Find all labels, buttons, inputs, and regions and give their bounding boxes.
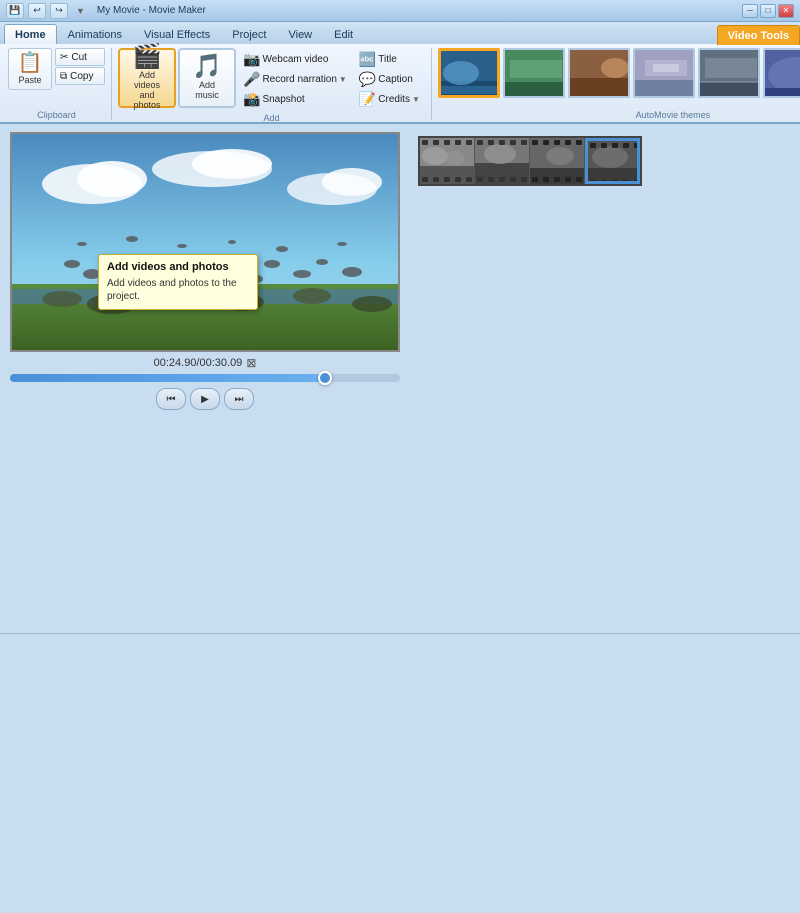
- snapshot-icon: 📸: [243, 91, 260, 108]
- quick-access-toolbar: 💾 ↩ ↪ ▼ My Movie - Movie Maker: [6, 3, 206, 19]
- tooltip-title: Add videos and photos: [107, 261, 249, 273]
- add-music-button[interactable]: 🎵 Add music: [178, 48, 236, 108]
- theme-thumb-3[interactable]: [568, 48, 630, 98]
- themes-scroll: [438, 48, 800, 98]
- cut-copy-buttons: ✂ Cut ⧉ Copy: [55, 48, 105, 90]
- progress-handle[interactable]: [318, 371, 332, 385]
- copy-icon: ⧉: [60, 71, 67, 82]
- copy-button[interactable]: ⧉ Copy: [55, 67, 105, 85]
- caption-icon: 💬: [359, 71, 376, 88]
- tooltip-description: Add videos and photos to the project.: [107, 277, 249, 303]
- credits-label: Credits: [378, 94, 410, 105]
- paste-button[interactable]: 📋 Paste: [8, 48, 52, 90]
- add-music-label: Add music: [195, 81, 219, 101]
- title-label: Title: [378, 54, 397, 65]
- copy-label: Copy: [70, 71, 93, 82]
- ribbon: Home Animations Visual Effects Project V…: [0, 22, 800, 124]
- tab-video-tools[interactable]: Video Tools: [717, 25, 800, 45]
- video-preview: [10, 132, 400, 352]
- fullscreen-button[interactable]: ⊠: [246, 356, 256, 370]
- ribbon-tab-bar: Home Animations Visual Effects Project V…: [0, 22, 800, 44]
- add-group: 🎬 Add videos and photos 🎵 Add music 📷 We…: [114, 48, 432, 120]
- credits-icon: 📝: [359, 91, 376, 108]
- maximize-btn[interactable]: □: [760, 4, 776, 18]
- paste-icon: 📋: [18, 53, 43, 73]
- paste-label: Paste: [18, 75, 41, 85]
- ribbon-content: 📋 Paste ✂ Cut ⧉ Copy Cli: [0, 44, 800, 122]
- film-frame-1[interactable]: [420, 138, 475, 184]
- theme-thumb-2[interactable]: [503, 48, 565, 98]
- timeline-strip: [418, 136, 792, 186]
- quick-undo-btn[interactable]: ↩: [28, 3, 46, 19]
- film-strip: [418, 136, 642, 186]
- progress-bar[interactable]: [10, 374, 400, 382]
- tab-home[interactable]: Home: [4, 24, 57, 44]
- theme-thumb-4[interactable]: [633, 48, 695, 98]
- credits-button[interactable]: 📝 Credits ▼: [356, 90, 423, 109]
- themes-content: ▼: [438, 48, 800, 108]
- cut-icon: ✂: [60, 52, 68, 63]
- tab-project[interactable]: Project: [221, 24, 277, 44]
- theme-thumb-5[interactable]: [698, 48, 760, 98]
- snapshot-label: Snapshot: [262, 94, 304, 105]
- title-bar: 💾 ↩ ↪ ▼ My Movie - Movie Maker ─ □ ✕: [0, 0, 800, 22]
- theme-thumb-1[interactable]: [438, 48, 500, 98]
- caption-button[interactable]: 💬 Caption: [356, 70, 416, 89]
- clipboard-group-label: Clipboard: [8, 108, 105, 120]
- caption-label: Caption: [378, 74, 412, 85]
- quick-redo-btn[interactable]: ↪: [50, 3, 68, 19]
- automovie-group-label: AutoMovie themes: [438, 108, 800, 120]
- close-btn[interactable]: ✕: [778, 4, 794, 18]
- film-frame-3[interactable]: [530, 138, 585, 184]
- microphone-icon: 🎤: [243, 71, 260, 88]
- title-bar-text: My Movie - Movie Maker: [97, 5, 206, 16]
- snapshot-button[interactable]: 📸 Snapshot: [240, 90, 308, 109]
- minimize-btn[interactable]: ─: [742, 4, 758, 18]
- playback-controls: ⏮ ▶ ⏭: [156, 388, 254, 410]
- progress-fill: [10, 374, 322, 382]
- timeline-panel: [410, 124, 800, 633]
- add-music-icon: 🎵: [192, 55, 222, 79]
- automovie-themes-group: ▼ AutoMovie themes: [434, 48, 800, 120]
- clipboard-group: 📋 Paste ✂ Cut ⧉ Copy Cli: [4, 48, 112, 120]
- webcam-icon: 📷: [243, 51, 260, 68]
- record-narration-label: Record narration: [262, 74, 336, 85]
- webcam-video-button[interactable]: 📷 Webcam video: [240, 50, 331, 69]
- text-tools-buttons: 🔤 Title 💬 Caption 📝 Credits ▼: [354, 48, 425, 111]
- add-media-buttons: 📷 Webcam video 🎤 Record narration ▼ 📸 Sn…: [238, 48, 352, 111]
- webcam-video-label: Webcam video: [262, 54, 328, 65]
- add-videos-label: Add videos and photos: [126, 71, 168, 111]
- tab-view[interactable]: View: [277, 24, 323, 44]
- bottom-panel: [0, 633, 800, 913]
- clipboard-group-content: 📋 Paste ✂ Cut ⧉ Copy: [8, 48, 105, 108]
- tooltip: Add videos and photos Add videos and pho…: [98, 254, 258, 310]
- main-content: Add videos and photos Add videos and pho…: [0, 124, 800, 633]
- tab-visual-effects[interactable]: Visual Effects: [133, 24, 221, 44]
- add-videos-icon: 🎬: [132, 45, 162, 69]
- tab-edit[interactable]: Edit: [323, 24, 364, 44]
- cut-label: Cut: [71, 52, 87, 63]
- add-group-label: Add: [118, 111, 425, 123]
- record-narration-button[interactable]: 🎤 Record narration ▼: [240, 70, 350, 89]
- tab-animations[interactable]: Animations: [57, 24, 133, 44]
- rewind-button[interactable]: ⏮: [156, 388, 186, 410]
- add-group-content: 🎬 Add videos and photos 🎵 Add music 📷 We…: [118, 48, 425, 111]
- film-frame-2[interactable]: [475, 138, 530, 184]
- cut-button[interactable]: ✂ Cut: [55, 48, 105, 66]
- timecode: 00:24.90/00:30.09: [154, 357, 243, 369]
- preview-panel: Add videos and photos Add videos and pho…: [0, 124, 410, 633]
- film-frame-4[interactable]: [585, 138, 640, 184]
- theme-thumb-6[interactable]: [763, 48, 800, 98]
- window-controls: ─ □ ✕: [742, 4, 794, 18]
- forward-button[interactable]: ⏭: [224, 388, 254, 410]
- quick-save-btn[interactable]: 💾: [6, 3, 24, 19]
- play-button[interactable]: ▶: [190, 388, 220, 410]
- time-display: 00:24.90/00:30.09 ⊠: [154, 356, 257, 370]
- title-icon: 🔤: [359, 51, 376, 68]
- add-videos-button[interactable]: 🎬 Add videos and photos: [118, 48, 176, 108]
- title-button[interactable]: 🔤 Title: [356, 50, 400, 69]
